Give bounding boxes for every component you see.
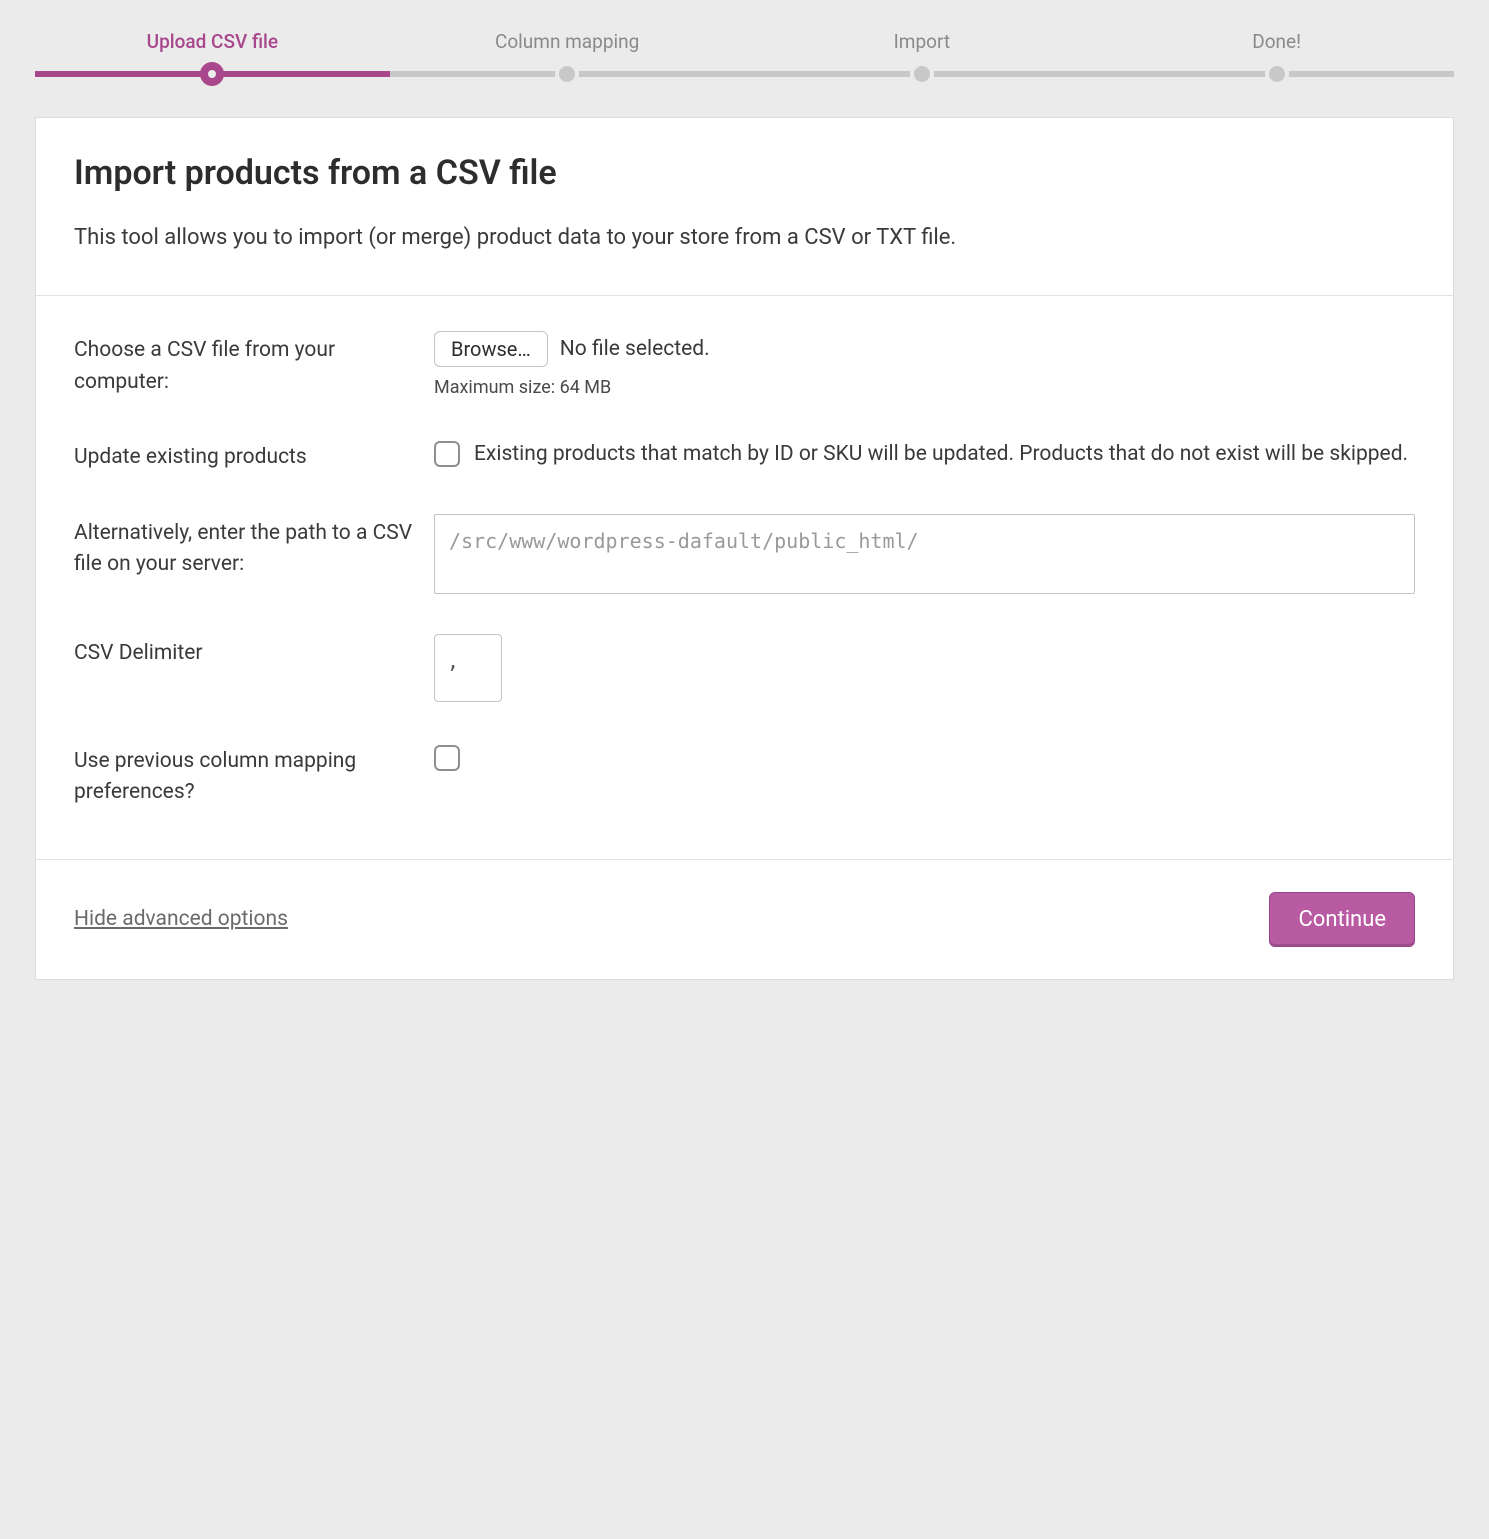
delimiter-input[interactable]: [434, 634, 502, 702]
form-body: Choose a CSV file from your computer: Br…: [36, 296, 1453, 859]
browse-button[interactable]: Browse…: [434, 331, 548, 367]
choose-file-label: Choose a CSV file from your computer:: [74, 331, 434, 398]
page-title: Import products from a CSV file: [74, 153, 1415, 193]
row-update-existing: Update existing products Existing produc…: [74, 438, 1415, 474]
max-size-label: Maximum size: 64 MB: [434, 377, 1415, 398]
step-column-mapping: Column mapping: [390, 30, 745, 53]
progress-dot-icon: [555, 62, 579, 86]
continue-button[interactable]: Continue: [1269, 892, 1415, 947]
file-status: No file selected.: [560, 337, 710, 361]
step-upload-csv: Upload CSV file: [35, 30, 390, 53]
import-card: Import products from a CSV file This too…: [35, 117, 1454, 980]
delimiter-label: CSV Delimiter: [74, 634, 434, 670]
previous-mapping-label: Use previous column mapping preferences?: [74, 742, 434, 809]
progress-stepper: Upload CSV file Column mapping Import Do…: [35, 20, 1454, 77]
update-existing-checkbox[interactable]: [434, 441, 460, 467]
hide-advanced-link[interactable]: Hide advanced options: [74, 907, 288, 931]
page-description: This tool allows you to import (or merge…: [74, 221, 1415, 255]
row-previous-mapping: Use previous column mapping preferences?: [74, 742, 1415, 809]
card-footer: Hide advanced options Continue: [36, 859, 1453, 979]
update-existing-label: Update existing products: [74, 438, 434, 474]
card-header: Import products from a CSV file This too…: [36, 118, 1453, 296]
server-path-input[interactable]: [434, 514, 1415, 594]
row-server-path: Alternatively, enter the path to a CSV f…: [74, 514, 1415, 594]
server-path-label: Alternatively, enter the path to a CSV f…: [74, 514, 434, 581]
previous-mapping-checkbox[interactable]: [434, 745, 460, 771]
progress-dot-icon: [200, 62, 224, 86]
progress-track: [35, 71, 1454, 77]
row-delimiter: CSV Delimiter: [74, 634, 1415, 702]
row-choose-file: Choose a CSV file from your computer: Br…: [74, 331, 1415, 398]
step-done: Done!: [1099, 30, 1454, 53]
progress-dot-icon: [910, 62, 934, 86]
update-existing-description: Existing products that match by ID or SK…: [474, 438, 1408, 471]
progress-dot-icon: [1265, 62, 1289, 86]
step-import: Import: [745, 30, 1100, 53]
